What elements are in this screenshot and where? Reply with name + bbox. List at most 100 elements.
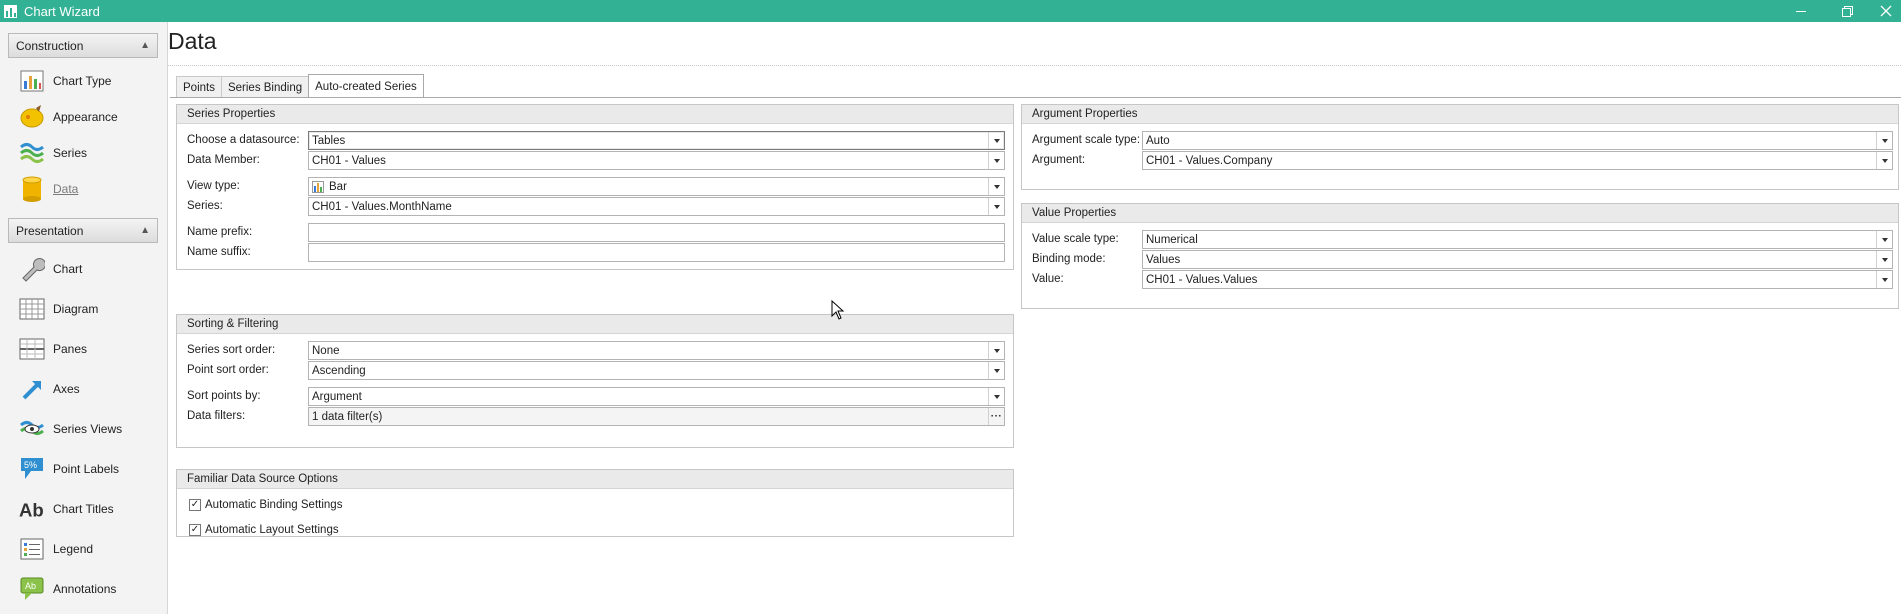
nav-group-label: Presentation [16,223,84,238]
value-properties-group: Value Properties Value scale type: Numer… [1021,203,1899,309]
group-title: Sorting & Filtering [177,315,1013,334]
dropdown-arrow-icon[interactable] [988,362,1004,379]
nav-group-construction[interactable]: Construction ▲ [8,33,158,58]
nav-item-appearance[interactable]: Appearance [0,99,168,135]
nav-item-label: Appearance [53,110,118,124]
nav-item-axes[interactable]: Axes [0,371,168,407]
sort-points-dropdown[interactable]: Argument [308,387,1005,406]
mouse-cursor-icon [831,300,845,320]
series-sort-row: Series sort order: [187,340,300,360]
point-sort-value: Ascending [312,364,366,377]
wrench-icon [19,256,45,282]
dropdown-arrow-icon[interactable] [1876,231,1892,248]
nav-item-annotations[interactable]: Ab Annotations [0,571,168,607]
nav-item-series-views[interactable]: Series Views [0,411,168,447]
sort-points-label: Sort points by: [187,390,261,402]
restore-icon [1842,5,1853,17]
svg-text:Ab: Ab [25,581,36,591]
value-row: Value: [1032,269,1145,289]
dropdown-arrow-icon[interactable] [1876,132,1892,149]
argument-row: Argument: [1032,150,1145,170]
nav-item-label: Series [53,146,88,160]
nav-item-legend[interactable]: Legend [0,531,168,567]
series-value: CH01 - Values.MonthName [312,200,452,213]
point-sort-dropdown[interactable]: Ascending [308,361,1005,380]
data-member-dropdown[interactable]: CH01 - Values [308,151,1005,170]
view-type-row: View type: [187,176,300,196]
data-member-label: Data Member: [187,154,260,166]
chevron-up-icon[interactable]: ▲ [140,225,150,236]
auto-binding-checkbox[interactable]: ✓ [189,499,201,511]
restore-button[interactable] [1824,0,1871,22]
close-icon [1880,5,1892,17]
dropdown-arrow-icon[interactable] [988,152,1004,169]
series-sort-dropdown[interactable]: None [308,341,1005,360]
datasource-row: Choose a datasource: [187,130,300,150]
data-member-value: CH01 - Values [312,154,386,167]
legend-icon [19,536,45,562]
minimize-button[interactable] [1777,0,1824,22]
dropdown-arrow-icon[interactable] [988,198,1004,215]
panes-icon [19,336,45,362]
value-dropdown[interactable]: CH01 - Values.Values [1142,270,1893,289]
chart-wizard-app-icon [4,4,17,18]
nav-item-point-labels[interactable]: 5% Point Labels [0,451,168,487]
nav-item-diagram[interactable]: Diagram [0,291,168,327]
point-labels-icon: 5% [19,456,45,482]
argument-dropdown[interactable]: CH01 - Values.Company [1142,151,1893,170]
diagram-icon [19,296,45,322]
auto-layout-checkbox-row[interactable]: ✓ Automatic Layout Settings [189,522,339,538]
close-button[interactable] [1871,0,1901,22]
nav-item-panes[interactable]: Panes [0,331,168,367]
group-title: Argument Properties [1022,105,1898,124]
data-filters-field[interactable]: 1 data filter(s) ··· [308,407,1005,426]
dropdown-arrow-icon[interactable] [988,132,1004,149]
ellipsis-icon[interactable]: ··· [988,408,1004,425]
datasource-dropdown[interactable]: Tables [308,131,1005,150]
name-suffix-label: Name suffix: [187,246,251,258]
minimize-icon [1795,10,1806,12]
tab-points[interactable]: Points [176,76,222,98]
name-suffix-input[interactable] [308,243,1005,262]
view-type-dropdown[interactable]: Bar [308,177,1005,196]
tab-series-binding[interactable]: Series Binding [220,76,310,98]
view-type-value: Bar [329,180,347,193]
value-scale-dropdown[interactable]: Numerical [1142,230,1893,249]
binding-mode-row: Binding mode: [1032,249,1145,269]
series-properties-group: Series Properties Choose a datasource: T… [176,104,1014,270]
tab-auto-created-series[interactable]: Auto-created Series [308,74,424,98]
page-title-bar: Data [168,22,1901,66]
nav-item-chart-type[interactable]: Chart Type [0,63,168,99]
dropdown-arrow-icon[interactable] [1876,251,1892,268]
data-icon [19,176,45,202]
argument-scale-label: Argument scale type: [1032,134,1141,146]
argument-scale-dropdown[interactable]: Auto [1142,131,1893,150]
chart-type-icon [19,68,45,94]
nav-group-presentation[interactable]: Presentation ▲ [8,218,158,243]
dropdown-arrow-icon[interactable] [1876,152,1892,169]
tab-divider [170,97,1901,98]
nav-item-series[interactable]: Series [0,135,168,171]
tab-label: Auto-created Series [315,80,417,93]
value-scale-label: Value scale type: [1032,233,1119,245]
nav-item-chart[interactable]: Chart [0,251,168,287]
binding-mode-dropdown[interactable]: Values [1142,250,1893,269]
chevron-up-icon[interactable]: ▲ [140,40,150,51]
dropdown-arrow-icon[interactable] [988,342,1004,359]
point-sort-label: Point sort order: [187,364,269,376]
bar-chart-icon [312,180,324,193]
nav-item-chart-titles[interactable]: Ab Chart Titles [0,491,168,527]
dropdown-arrow-icon[interactable] [1876,271,1892,288]
value-value: CH01 - Values.Values [1146,273,1258,286]
dropdown-arrow-icon[interactable] [988,388,1004,405]
value-label: Value: [1032,273,1064,285]
auto-binding-checkbox-row[interactable]: ✓ Automatic Binding Settings [189,497,342,513]
value-scale-row: Value scale type: [1032,229,1145,249]
dropdown-arrow-icon[interactable] [988,178,1004,195]
name-prefix-input[interactable] [308,223,1005,242]
argument-scale-value: Auto [1146,134,1170,147]
series-dropdown[interactable]: CH01 - Values.MonthName [308,197,1005,216]
auto-layout-checkbox[interactable]: ✓ [189,524,201,536]
nav-item-data[interactable]: Data [0,171,168,207]
datasource-label: Choose a datasource: [187,134,300,146]
